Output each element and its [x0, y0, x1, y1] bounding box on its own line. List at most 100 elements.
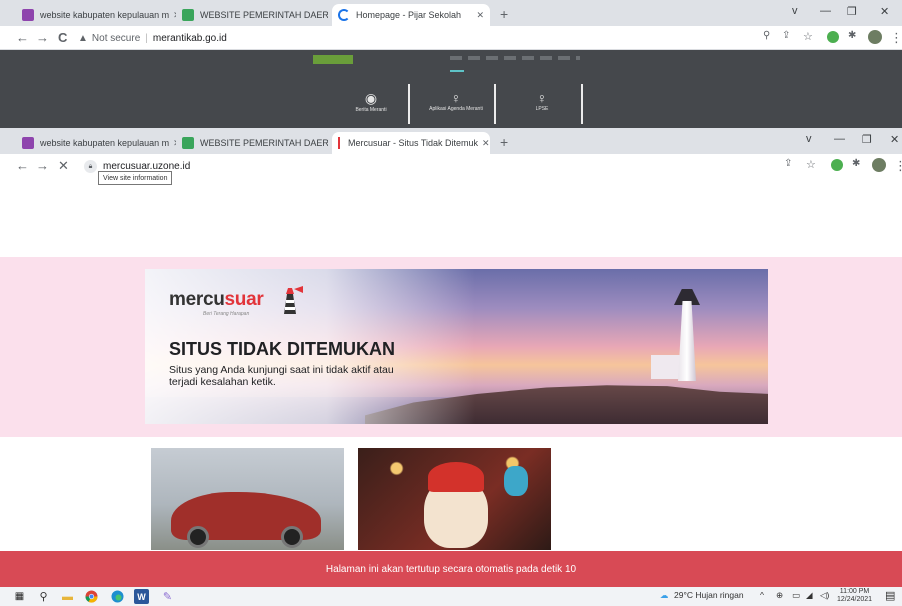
stop-loading-button[interactable]: ✕	[58, 158, 69, 174]
close-icon[interactable]: ✕	[169, 138, 176, 149]
security-label: Not secure	[91, 32, 141, 44]
close-icon[interactable]: ✕	[169, 10, 176, 21]
windows-start-icon[interactable]: ▦	[12, 589, 27, 604]
edge-icon[interactable]	[110, 589, 125, 604]
weather-text[interactable]: 29°C Hujan ringan	[674, 590, 744, 600]
menu-icon[interactable]: ⋮	[894, 158, 902, 174]
close-icon[interactable]: ✕	[478, 138, 490, 149]
extension-icon[interactable]	[831, 159, 843, 171]
extensions-puzzle-icon[interactable]: ✱	[848, 30, 856, 41]
ad-thumbnail-car[interactable]	[151, 448, 344, 550]
mercusuar-logo[interactable]: mercusuar	[169, 289, 264, 311]
notification-icon[interactable]: ▤	[885, 589, 895, 602]
loading-icon	[338, 137, 342, 149]
card-label: Aplikasi Agenda Meranti	[429, 106, 483, 112]
brand-prefix: mercu	[169, 289, 225, 310]
warning-icon: ▲	[78, 32, 88, 44]
tab-title: WEBSITE PEMERINTAH DAERAH	[200, 10, 328, 20]
ad-thumbnail-santa[interactable]	[358, 448, 551, 550]
loading-spinner-icon	[338, 9, 350, 21]
profile-avatar[interactable]	[872, 158, 886, 172]
tab-title: Homepage - Pijar Sekolah	[356, 10, 462, 20]
tab-search-icon[interactable]: v	[792, 5, 798, 17]
lighthouse-house-image	[651, 355, 681, 379]
windows-taskbar: ▦ ⚲ ▬ W ✎ ☁ 29°C Hujan ringan ^ ⊕ ▭ ◢ ◁)…	[0, 587, 902, 606]
card-aplikasi-agenda[interactable]: ♀ Aplikasi Agenda Meranti	[420, 84, 492, 124]
eye-icon: ◉	[364, 90, 378, 106]
back-button[interactable]: ←	[16, 30, 29, 45]
chrome-icon[interactable]	[84, 589, 99, 604]
forward-button[interactable]: →	[36, 158, 49, 173]
file-explorer-icon[interactable]: ▬	[60, 589, 75, 604]
chevron-up-icon[interactable]: ^	[760, 590, 764, 600]
extensions-puzzle-icon[interactable]: ✱	[852, 158, 860, 169]
lock-icon[interactable]: 🔒︎	[84, 159, 97, 173]
tab-mercusuar[interactable]: Mercusuar - Situs Tidak Ditemuk ✕	[332, 132, 490, 154]
weather-icon[interactable]: ☁	[660, 590, 669, 601]
lighthouse-logo-icon	[284, 286, 303, 314]
address-bar[interactable]: 🔒︎ mercusuar.uzone.id	[84, 157, 774, 175]
favicon-icon	[22, 137, 34, 149]
auto-close-countdown: Halaman ini akan tertutup secara otomati…	[0, 551, 902, 587]
divider	[494, 84, 496, 124]
card-lpse[interactable]: ♀ LPSE	[506, 84, 578, 124]
battery-icon[interactable]: ▭	[792, 590, 800, 601]
paint-icon[interactable]: ✎	[160, 589, 175, 604]
tab-title: Mercusuar - Situs Tidak Ditemuk	[348, 138, 479, 148]
window-close-button[interactable]: ✕	[890, 133, 899, 146]
new-tab-button[interactable]: +	[500, 6, 508, 22]
bulb-icon: ♀	[450, 90, 462, 106]
tab-search-icon[interactable]: v	[806, 133, 812, 145]
search-icon[interactable]: ⚲	[36, 589, 51, 604]
tab-website-kabupaten[interactable]: website kabupaten kepulauan m ✕	[16, 4, 176, 26]
tab-website-pemerintah[interactable]: WEBSITE PEMERINTAH DAERAH ✕	[176, 132, 328, 154]
close-icon[interactable]: ✕	[472, 10, 484, 21]
volume-icon[interactable]: ◁)	[820, 590, 829, 601]
site-nav	[450, 56, 580, 60]
bookmark-star-icon[interactable]: ☆	[806, 158, 816, 171]
address-bar[interactable]: ▲ Not secure | merantikab.go.id	[78, 29, 758, 47]
error-title: SITUS TIDAK DITEMUKAN	[169, 339, 395, 359]
share-icon[interactable]: ⇪	[784, 158, 792, 169]
minimize-button[interactable]: —	[820, 5, 831, 17]
back-button[interactable]: ←	[16, 158, 29, 173]
tab-website-kabupaten[interactable]: website kabupaten kepulauan m ✕	[16, 132, 176, 154]
tab-website-pemerintah[interactable]: WEBSITE PEMERINTAH DAERAH ✕	[176, 4, 328, 26]
zoom-icon[interactable]: ⚲	[763, 30, 770, 41]
share-icon[interactable]: ⇪	[782, 30, 790, 41]
card-berita-meranti[interactable]: ◉ Berita Meranti	[335, 84, 407, 124]
tab-pijar-sekolah[interactable]: Homepage - Pijar Sekolah ✕	[332, 4, 490, 26]
card-label: Berita Meranti	[355, 107, 387, 113]
maximize-button[interactable]: ❐	[847, 5, 857, 18]
site-info-tooltip: View site information	[98, 171, 173, 185]
forward-button[interactable]: →	[36, 30, 49, 45]
minimize-button[interactable]: —	[834, 133, 845, 145]
brand-suffix: suar	[224, 289, 264, 310]
tab-title: WEBSITE PEMERINTAH DAERAH	[200, 138, 328, 148]
santa-hat-image	[428, 462, 484, 492]
system-clock[interactable]: 11:00 PM 12/24/2021	[837, 588, 872, 604]
profile-avatar[interactable]	[868, 30, 882, 44]
maximize-button[interactable]: ❐	[862, 133, 872, 146]
error-description: Situs yang Anda kunjungi saat ini tidak …	[169, 364, 394, 388]
tab-title: website kabupaten kepulauan m	[40, 10, 170, 20]
network-icon[interactable]: ⊕	[776, 590, 783, 601]
top-toolbar: ← → C ▲ Not secure | merantikab.go.id ⚲ …	[0, 26, 902, 50]
menu-icon[interactable]: ⋮	[890, 30, 902, 46]
wifi-icon[interactable]: ◢	[806, 590, 813, 601]
extension-icon[interactable]	[827, 31, 839, 43]
reload-button[interactable]: C	[58, 30, 67, 45]
site-logo	[313, 55, 353, 64]
window-close-button[interactable]: ✕	[880, 5, 889, 18]
url-text: merantikab.go.id	[152, 32, 227, 44]
new-tab-button[interactable]: +	[500, 134, 508, 150]
bulb-icon: ♀	[536, 90, 548, 106]
word-icon[interactable]: W	[134, 589, 149, 604]
favicon-icon	[182, 9, 194, 21]
lighthouse-image	[678, 301, 696, 381]
mitten-image	[504, 466, 528, 496]
bookmark-star-icon[interactable]: ☆	[803, 30, 813, 43]
url-text: mercusuar.uzone.id	[103, 160, 191, 172]
card-label: LPSE	[535, 106, 549, 112]
car-wheel-image	[187, 526, 209, 548]
